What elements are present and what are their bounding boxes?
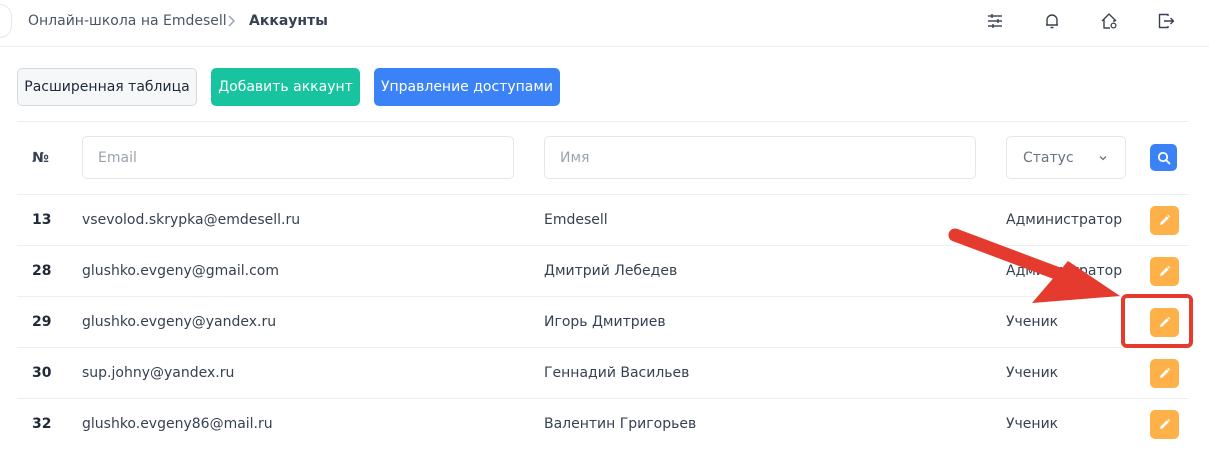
edit-button[interactable] xyxy=(1150,359,1179,388)
number-column-header: № xyxy=(32,150,49,166)
row-email: glushko.evgeny@gmail.com xyxy=(82,263,279,279)
row-status: Администратор xyxy=(1006,212,1123,228)
sliders-icon[interactable] xyxy=(986,12,1004,30)
row-status: Ученик xyxy=(1006,314,1059,330)
row-name: Игорь Дмитриев xyxy=(544,314,666,330)
edit-button[interactable] xyxy=(1150,308,1179,337)
logout-icon[interactable] xyxy=(1157,12,1175,30)
name-filter-input[interactable] xyxy=(544,136,976,179)
row-number: 30 xyxy=(32,365,52,381)
table-row: 29 glushko.evgeny@yandex.ru Игорь Дмитриев… xyxy=(17,296,1189,347)
row-name: Emdesell xyxy=(544,212,608,228)
table-row: 28 glushko.evgeny@gmail.com Дмитрий Лебеде… xyxy=(17,245,1189,296)
add-account-button[interactable]: Добавить аккаунт xyxy=(211,68,360,106)
row-email: vsevolod.skrypka@emdesell.ru xyxy=(82,212,301,228)
email-filter-input[interactable] xyxy=(82,136,514,179)
edit-button[interactable] xyxy=(1150,410,1179,439)
row-status: Ученик xyxy=(1006,365,1059,381)
row-number: 32 xyxy=(32,416,52,432)
row-email: glushko.evgeny86@mail.ru xyxy=(82,416,273,432)
page-title: Аккаунты xyxy=(249,13,328,29)
table-row: 32 glushko.evgeny86@mail.ru Валентин Григо… xyxy=(17,398,1189,449)
row-name: Дмитрий Лебедев xyxy=(544,263,678,279)
breadcrumb-root-link[interactable]: Онлайн-школа на Emdesell xyxy=(28,13,227,29)
pencil-icon xyxy=(1160,214,1171,225)
bell-icon[interactable] xyxy=(1043,12,1061,30)
pencil-icon xyxy=(1160,316,1171,327)
status-filter-select[interactable]: Статус xyxy=(1006,136,1126,179)
pencil-icon xyxy=(1160,367,1171,378)
pencil-icon xyxy=(1160,265,1171,276)
row-name: Геннадий Васильев xyxy=(544,365,690,381)
table-row: 13 vsevolod.skrypka@emdesell.ru Emdesell Ад… xyxy=(17,194,1189,245)
row-status: Администратор xyxy=(1006,263,1123,279)
extended-table-button[interactable]: Расширенная таблица xyxy=(17,68,197,106)
status-filter-label: Статус xyxy=(1023,149,1074,166)
row-number: 28 xyxy=(32,263,52,279)
row-name: Валентин Григорьев xyxy=(544,416,697,432)
row-status: Ученик xyxy=(1006,416,1059,432)
edit-button[interactable] xyxy=(1150,257,1179,286)
sidebar-toggle[interactable] xyxy=(0,4,12,38)
search-button[interactable] xyxy=(1150,144,1177,171)
chevron-down-icon xyxy=(1099,156,1107,161)
table-row: 30 sup.johny@yandex.ru Геннадий Васильев Уч… xyxy=(17,347,1189,398)
pencil-icon xyxy=(1160,418,1171,429)
row-number: 13 xyxy=(32,212,52,228)
edit-button[interactable] xyxy=(1150,206,1179,235)
row-email: sup.johny@yandex.ru xyxy=(82,365,235,381)
row-number: 29 xyxy=(32,314,52,330)
row-email: glushko.evgeny@yandex.ru xyxy=(82,314,277,330)
chevron-right-icon xyxy=(228,15,236,27)
home-settings-icon[interactable] xyxy=(1100,12,1118,30)
access-management-button[interactable]: Управление доступами xyxy=(374,68,560,106)
search-icon xyxy=(1157,151,1170,164)
top-bar: Онлайн-школа на Emdesell Аккаунты xyxy=(0,0,1209,47)
divider xyxy=(17,121,1189,122)
